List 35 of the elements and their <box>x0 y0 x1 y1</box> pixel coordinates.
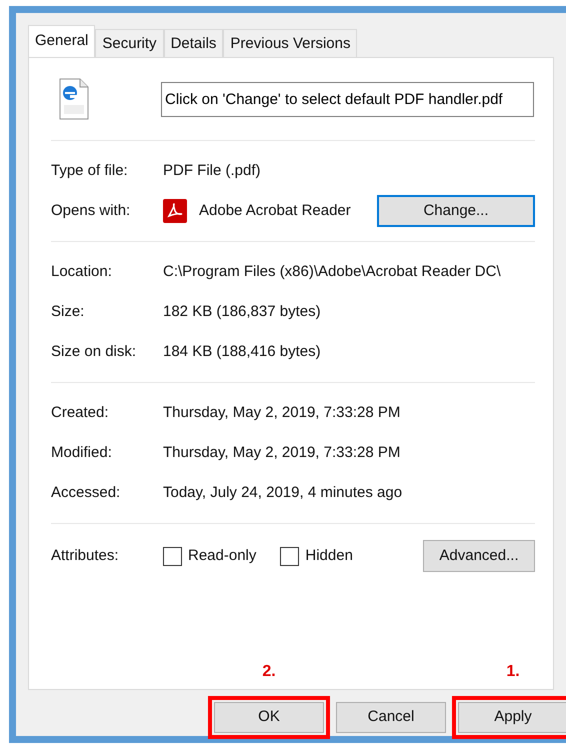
checkbox-label[interactable]: Read-only <box>188 544 256 568</box>
property-value: Adobe Acrobat Reader <box>199 200 351 221</box>
checkbox[interactable] <box>163 546 182 566</box>
property-label: Type of file: <box>51 160 129 181</box>
property-label: Attributes: <box>51 546 120 566</box>
property-label: Accessed: <box>51 482 122 503</box>
change-button[interactable]: Change... <box>377 195 535 227</box>
dialog-button[interactable]: OK <box>214 702 324 733</box>
dialog-button[interactable]: Cancel <box>336 702 446 733</box>
tab[interactable]: General <box>28 25 96 57</box>
file-name-field[interactable]: Click on 'Change' to select default PDF handler.pdf <box>161 82 534 116</box>
tab[interactable]: Security <box>95 29 164 57</box>
dialog-button[interactable]: Apply <box>458 702 566 733</box>
property-value: PDF File (.pdf) <box>163 160 261 181</box>
advanced-button[interactable]: Advanced... <box>423 540 535 572</box>
property-value: C:\Program Files (x86)\Adobe\Acrobat Reader DC\ <box>163 262 501 282</box>
property-label: Size on disk: <box>51 342 138 362</box>
property-value: Today, July 24, 2019, 4 minutes ago <box>163 482 402 503</box>
step-number: 2. <box>261 662 277 682</box>
checkbox[interactable] <box>280 546 300 566</box>
property-value: Thursday, May 2, 2019, 7:33:28 PM <box>163 402 400 423</box>
property-label: Created: <box>51 402 110 423</box>
property-value: 182 KB (186,837 bytes) <box>163 302 321 322</box>
property-label: Modified: <box>51 442 113 463</box>
property-label: Location: <box>51 262 113 282</box>
step-number: 1. <box>505 662 521 682</box>
tab[interactable]: Details <box>164 29 224 57</box>
acrobat-icon <box>163 199 187 223</box>
property-label: Opens with: <box>51 200 132 221</box>
property-value: 184 KB (188,416 bytes) <box>163 342 321 362</box>
property-value: Thursday, May 2, 2019, 7:33:28 PM <box>163 442 400 463</box>
pdf-file-icon <box>59 78 89 120</box>
property-label: Size: <box>51 302 86 322</box>
checkbox-label[interactable]: Hidden <box>305 544 353 568</box>
tab[interactable]: Previous Versions <box>223 29 358 57</box>
